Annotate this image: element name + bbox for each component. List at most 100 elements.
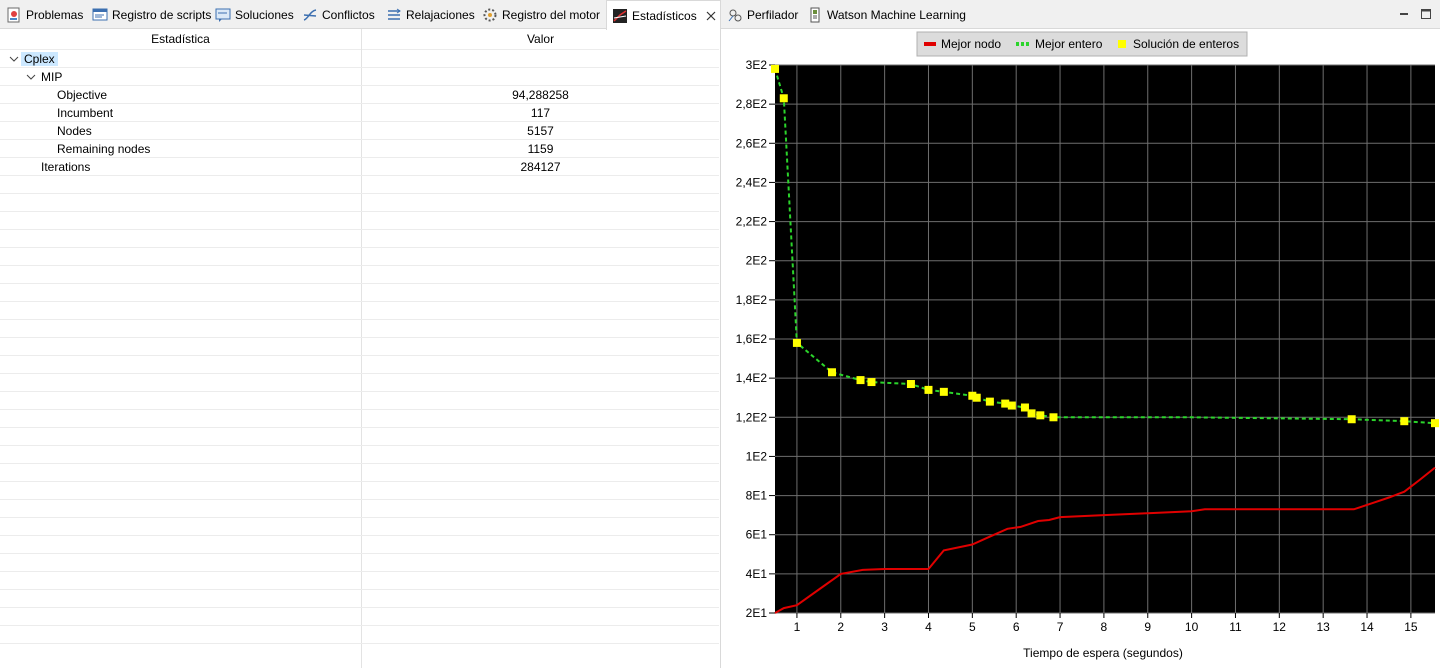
minimize-icon[interactable] xyxy=(1397,7,1411,21)
empty-table-row xyxy=(0,446,719,464)
data-point xyxy=(972,393,981,402)
chevron-down-icon[interactable] xyxy=(9,54,19,64)
empty-table-row xyxy=(0,356,719,374)
stat-value: 1159 xyxy=(527,142,554,156)
legend-swatch-solucion-enteros xyxy=(1118,40,1126,48)
table-row[interactable]: Iterations 284127 xyxy=(0,158,719,176)
x-tick-label: 12 xyxy=(1273,620,1287,634)
watson-icon xyxy=(807,7,823,23)
x-axis-label: Tiempo de espera (segundos) xyxy=(1023,646,1183,660)
x-tick-label: 11 xyxy=(1229,620,1242,634)
y-tick-label: 1E2 xyxy=(746,449,768,463)
close-icon[interactable] xyxy=(705,10,717,22)
data-point xyxy=(1347,415,1356,424)
empty-table-row xyxy=(0,338,719,356)
tab-registro-motor[interactable]: Registro del motor xyxy=(482,0,600,29)
maximize-icon[interactable] xyxy=(1419,7,1433,21)
y-tick-label: 1,4E2 xyxy=(736,371,768,385)
x-axis: 1 2 3 4 5 6 7 8 9 10 11 12 13 14 15 xyxy=(794,613,1418,634)
table-row[interactable]: Remaining nodes 1159 xyxy=(0,140,719,158)
x-tick-label: 15 xyxy=(1404,620,1418,634)
x-tick-label: 14 xyxy=(1360,620,1374,634)
empty-table-row xyxy=(0,266,719,284)
y-tick-label: 2,8E2 xyxy=(736,97,768,111)
data-point xyxy=(924,385,933,394)
table-row[interactable]: Incumbent 117 xyxy=(0,104,719,122)
column-header-valor[interactable]: Valor xyxy=(362,29,719,49)
x-tick-label: 9 xyxy=(1144,620,1151,634)
stat-value: 94,288258 xyxy=(512,88,569,102)
tab-soluciones[interactable]: Soluciones xyxy=(215,0,294,29)
right-tab-bar: Perfilador Watson Machine Learning xyxy=(721,0,1440,29)
y-tick-label: 2E1 xyxy=(746,606,768,620)
table-row[interactable]: MIP xyxy=(0,68,719,86)
empty-table-row xyxy=(0,464,719,482)
tab-relajaciones[interactable]: Relajaciones xyxy=(386,0,475,29)
tab-label: Watson Machine Learning xyxy=(827,7,966,22)
tab-conflictos[interactable]: Conflictos xyxy=(302,0,375,29)
x-tick-label: 6 xyxy=(1013,620,1020,634)
empty-table-row xyxy=(0,572,719,590)
tab-label: Estadísticos xyxy=(632,8,697,23)
empty-table-row xyxy=(0,212,719,230)
y-tick-label: 3E2 xyxy=(746,58,768,72)
stat-name: Incumbent xyxy=(57,106,114,120)
x-tick-label: 13 xyxy=(1316,620,1330,634)
y-tick-label: 2,4E2 xyxy=(736,175,768,189)
problems-icon xyxy=(6,7,22,23)
legend-label-mejor-entero: Mejor entero xyxy=(1035,37,1103,51)
tab-registro-scripts[interactable]: Registro de scripts xyxy=(92,0,211,29)
empty-table-row xyxy=(0,374,719,392)
stat-name: Remaining nodes xyxy=(57,142,151,156)
script-log-icon xyxy=(92,7,108,23)
y-tick-label: 1,2E2 xyxy=(736,410,768,424)
table-row[interactable]: Objective 94,288258 xyxy=(0,86,719,104)
tab-label: Conflictos xyxy=(322,7,375,22)
x-tick-label: 4 xyxy=(925,620,932,634)
data-point xyxy=(939,387,948,396)
left-tab-bar: Problemas Registro de scripts Soluciones… xyxy=(0,0,724,30)
chevron-down-icon[interactable] xyxy=(26,72,36,82)
y-tick-label: 2E2 xyxy=(746,254,768,268)
chart-pane: Perfilador Watson Machine Learning Mejor… xyxy=(720,0,1440,668)
y-tick-label: 1,6E2 xyxy=(736,332,768,346)
empty-table-row xyxy=(0,428,719,446)
y-tick-label: 6E1 xyxy=(746,528,768,542)
data-point xyxy=(906,380,915,389)
table-row[interactable]: Nodes 5157 xyxy=(0,122,719,140)
x-tick-label: 3 xyxy=(881,620,888,634)
empty-table-row xyxy=(0,248,719,266)
tree-label-mip: MIP xyxy=(41,70,63,84)
data-point xyxy=(828,368,837,377)
empty-table-row xyxy=(0,590,719,608)
tab-problemas[interactable]: Problemas xyxy=(6,0,83,29)
y-tick-label: 2,2E2 xyxy=(736,215,768,229)
empty-table-row xyxy=(0,176,719,194)
column-header-estadistica[interactable]: Estadística xyxy=(0,29,361,49)
tab-label: Soluciones xyxy=(235,7,294,22)
tab-watson-ml[interactable]: Watson Machine Learning xyxy=(807,0,966,29)
empty-table-row xyxy=(0,608,719,626)
table-row[interactable]: Cplex xyxy=(0,50,719,68)
progress-chart: Mejor nodo Mejor entero Solución de ente… xyxy=(736,31,1439,660)
data-point xyxy=(792,338,801,347)
x-tick-label: 10 xyxy=(1185,620,1199,634)
stat-value: 284127 xyxy=(520,160,561,174)
y-tick-label: 2,6E2 xyxy=(736,136,768,150)
tab-estadisticos[interactable]: Estadísticos xyxy=(606,0,724,30)
y-tick-label: 8E1 xyxy=(746,489,768,503)
data-point xyxy=(1049,413,1058,422)
data-point xyxy=(856,376,865,385)
tree-label-cplex: Cplex xyxy=(21,52,58,66)
y-tick-label: 1,8E2 xyxy=(736,293,768,307)
x-tick-label: 7 xyxy=(1057,620,1064,634)
empty-table-row xyxy=(0,482,719,500)
stat-value: 5157 xyxy=(527,124,554,138)
legend-label-solucion-enteros: Solución de enteros xyxy=(1133,37,1239,51)
solutions-icon xyxy=(215,7,231,23)
x-tick-label: 2 xyxy=(837,620,844,634)
y-tick-label: 4E1 xyxy=(746,567,768,581)
tab-perfilador[interactable]: Perfilador xyxy=(727,0,798,29)
data-point xyxy=(771,64,779,73)
empty-table-row xyxy=(0,392,719,410)
